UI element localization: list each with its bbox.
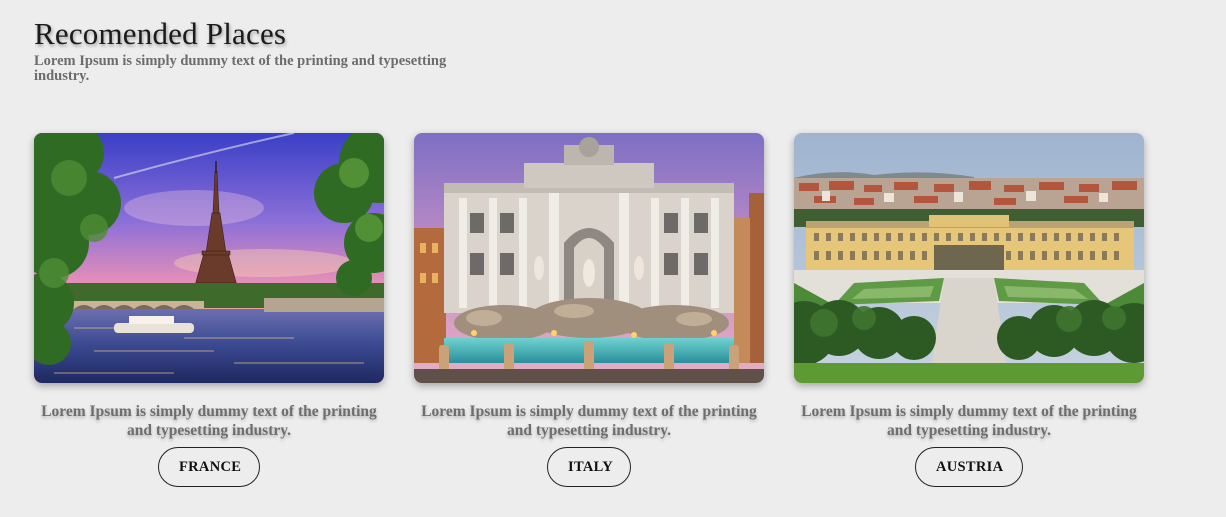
place-card-france: Lorem Ipsum is simply dummy text of the … bbox=[34, 133, 384, 487]
page-subtitle: Lorem Ipsum is simply dummy text of the … bbox=[34, 53, 447, 84]
place-description: Lorem Ipsum is simply dummy text of the … bbox=[421, 403, 757, 439]
france-button[interactable]: FRANCE bbox=[158, 447, 260, 487]
italy-button[interactable]: ITALY bbox=[547, 447, 631, 487]
place-description: Lorem Ipsum is simply dummy text of the … bbox=[801, 403, 1137, 439]
page-header: Recomended Places Lorem Ipsum is simply … bbox=[34, 14, 474, 84]
page-title: Recomended Places bbox=[34, 16, 287, 51]
place-description: Lorem Ipsum is simply dummy text of the … bbox=[41, 403, 377, 439]
place-card-austria: Lorem Ipsum is simply dummy text of the … bbox=[794, 133, 1144, 487]
austria-button[interactable]: AUSTRIA bbox=[915, 447, 1023, 487]
eiffel-tower-photo[interactable] bbox=[34, 133, 384, 383]
place-card-italy: Lorem Ipsum is simply dummy text of the … bbox=[414, 133, 764, 487]
schonbrunn-palace-photo[interactable] bbox=[794, 133, 1144, 383]
trevi-fountain-photo[interactable] bbox=[414, 133, 764, 383]
